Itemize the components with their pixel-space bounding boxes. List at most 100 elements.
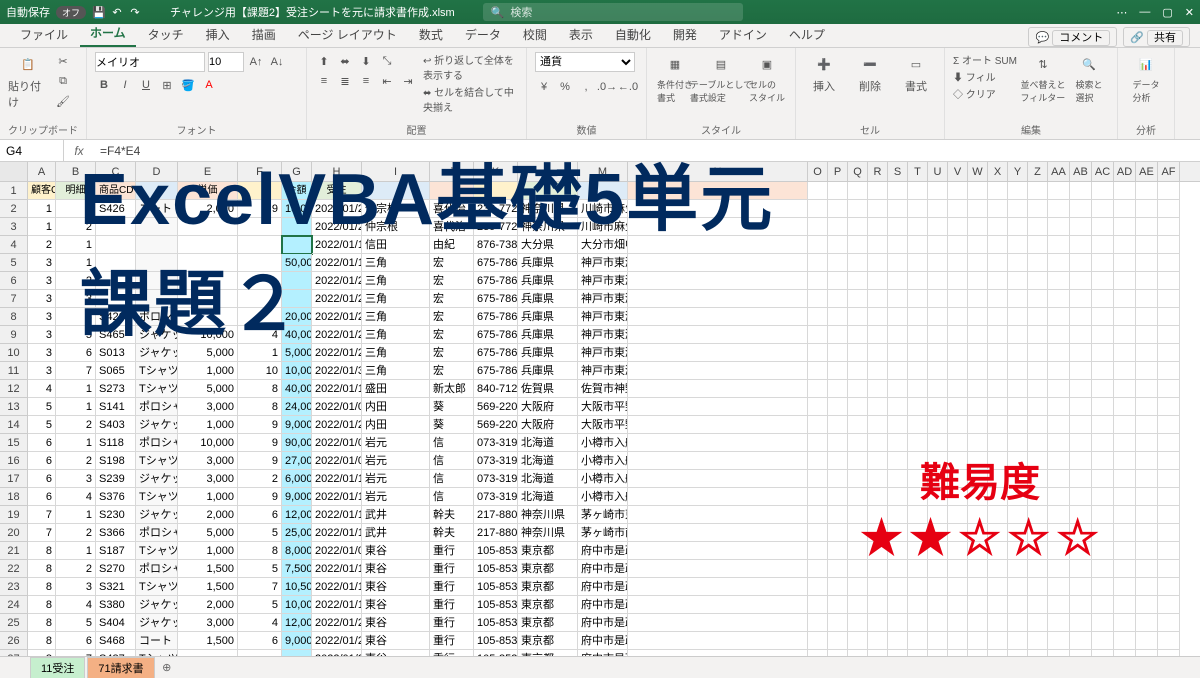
cell[interactable] [888, 470, 908, 488]
cell[interactable] [1008, 398, 1028, 416]
cell[interactable] [1114, 506, 1136, 524]
cell[interactable] [1070, 614, 1092, 632]
cell[interactable] [1028, 614, 1048, 632]
cell[interactable] [888, 182, 908, 200]
cell[interactable] [1092, 362, 1114, 380]
cell[interactable] [238, 182, 282, 200]
cell[interactable]: 1 [28, 200, 56, 218]
cell[interactable]: 三角 [362, 290, 430, 308]
cell[interactable]: 5 [56, 326, 96, 344]
cell[interactable] [888, 542, 908, 560]
cell[interactable]: 25,000 [282, 524, 312, 542]
cell[interactable] [928, 434, 948, 452]
cell[interactable] [948, 344, 968, 362]
row-header[interactable]: 16 [0, 452, 28, 470]
cell[interactable] [1092, 344, 1114, 362]
cell[interactable] [1008, 236, 1028, 254]
cell[interactable] [1070, 200, 1092, 218]
cell[interactable]: ジャケット [136, 596, 178, 614]
cell[interactable] [1136, 578, 1158, 596]
row-header[interactable]: 25 [0, 614, 28, 632]
cell[interactable] [1028, 542, 1048, 560]
cell[interactable] [928, 578, 948, 596]
row-header[interactable]: 18 [0, 488, 28, 506]
cell[interactable] [178, 308, 238, 326]
col-header-M[interactable]: M [578, 162, 628, 181]
row-header[interactable]: 26 [0, 632, 28, 650]
cell[interactable] [888, 218, 908, 236]
cell[interactable]: 武井 [362, 506, 430, 524]
cell[interactable] [1114, 560, 1136, 578]
cell[interactable] [1158, 542, 1180, 560]
cell[interactable] [888, 326, 908, 344]
cell[interactable] [1114, 326, 1136, 344]
cell[interactable]: 府中市是政X-X-XXランフォルセXXX [578, 542, 628, 560]
cell[interactable]: S426 [96, 200, 136, 218]
cell[interactable]: 2022/01/16 [312, 254, 362, 272]
cell[interactable] [1048, 362, 1070, 380]
cell[interactable] [1136, 218, 1158, 236]
cell[interactable] [848, 596, 868, 614]
sheet-tab-juchu[interactable]: 11受注 [30, 657, 85, 678]
cell[interactable] [1048, 524, 1070, 542]
cell[interactable] [908, 524, 928, 542]
cell[interactable] [888, 236, 908, 254]
cell[interactable] [1028, 632, 1048, 650]
cell[interactable] [628, 398, 808, 416]
cell[interactable]: 重行 [430, 614, 474, 632]
cell[interactable] [1136, 290, 1158, 308]
cell[interactable] [968, 380, 988, 398]
cell[interactable] [1092, 596, 1114, 614]
cell[interactable]: S321 [96, 578, 136, 596]
cell[interactable] [628, 488, 808, 506]
cell[interactable] [1048, 470, 1070, 488]
undo-icon[interactable]: ↶ [110, 6, 124, 19]
cell[interactable]: ジャケット [136, 344, 178, 362]
row-header[interactable]: 13 [0, 398, 28, 416]
cell[interactable] [1070, 524, 1092, 542]
cell[interactable] [968, 524, 988, 542]
cell[interactable]: 単価 [178, 182, 238, 200]
cell[interactable]: 商品CD [96, 182, 136, 200]
cell[interactable]: 幹夫 [430, 524, 474, 542]
cell[interactable]: 三角 [362, 308, 430, 326]
cell[interactable] [848, 200, 868, 218]
cell[interactable] [1070, 182, 1092, 200]
cell[interactable] [928, 236, 948, 254]
cell[interactable] [1070, 326, 1092, 344]
cell[interactable]: 東京都 [518, 614, 578, 632]
cell[interactable]: 569-2208 [474, 398, 518, 416]
cell[interactable] [888, 416, 908, 434]
row-header[interactable]: 8 [0, 308, 28, 326]
cell[interactable]: 105-8539 [474, 542, 518, 560]
cell[interactable] [828, 560, 848, 578]
cell[interactable] [988, 470, 1008, 488]
col-header-G[interactable]: G [282, 162, 312, 181]
cell[interactable]: 信 [430, 434, 474, 452]
cell[interactable]: 27,000 [282, 452, 312, 470]
cell[interactable] [808, 362, 828, 380]
cell[interactable] [908, 470, 928, 488]
cell[interactable] [1028, 290, 1048, 308]
cell[interactable] [988, 578, 1008, 596]
cell[interactable] [1136, 542, 1158, 560]
cell[interactable] [948, 254, 968, 272]
cell[interactable] [1092, 236, 1114, 254]
cell[interactable]: 3 [56, 470, 96, 488]
cell[interactable]: 1,500 [178, 578, 238, 596]
cell[interactable] [1158, 398, 1180, 416]
cell[interactable] [1028, 218, 1048, 236]
cell[interactable]: 239-7721 [474, 218, 518, 236]
col-header-L[interactable]: L [518, 162, 578, 181]
cell[interactable]: 7 [56, 362, 96, 380]
cell[interactable] [828, 488, 848, 506]
cell[interactable] [868, 182, 888, 200]
cell[interactable] [868, 632, 888, 650]
cell[interactable] [1092, 416, 1114, 434]
col-header-F[interactable]: F [238, 162, 282, 181]
cell[interactable]: 兵庫県 [518, 308, 578, 326]
cell[interactable]: 2022/01/22 [312, 308, 362, 326]
cell[interactable] [908, 380, 928, 398]
cell[interactable] [928, 380, 948, 398]
cell[interactable] [1114, 344, 1136, 362]
